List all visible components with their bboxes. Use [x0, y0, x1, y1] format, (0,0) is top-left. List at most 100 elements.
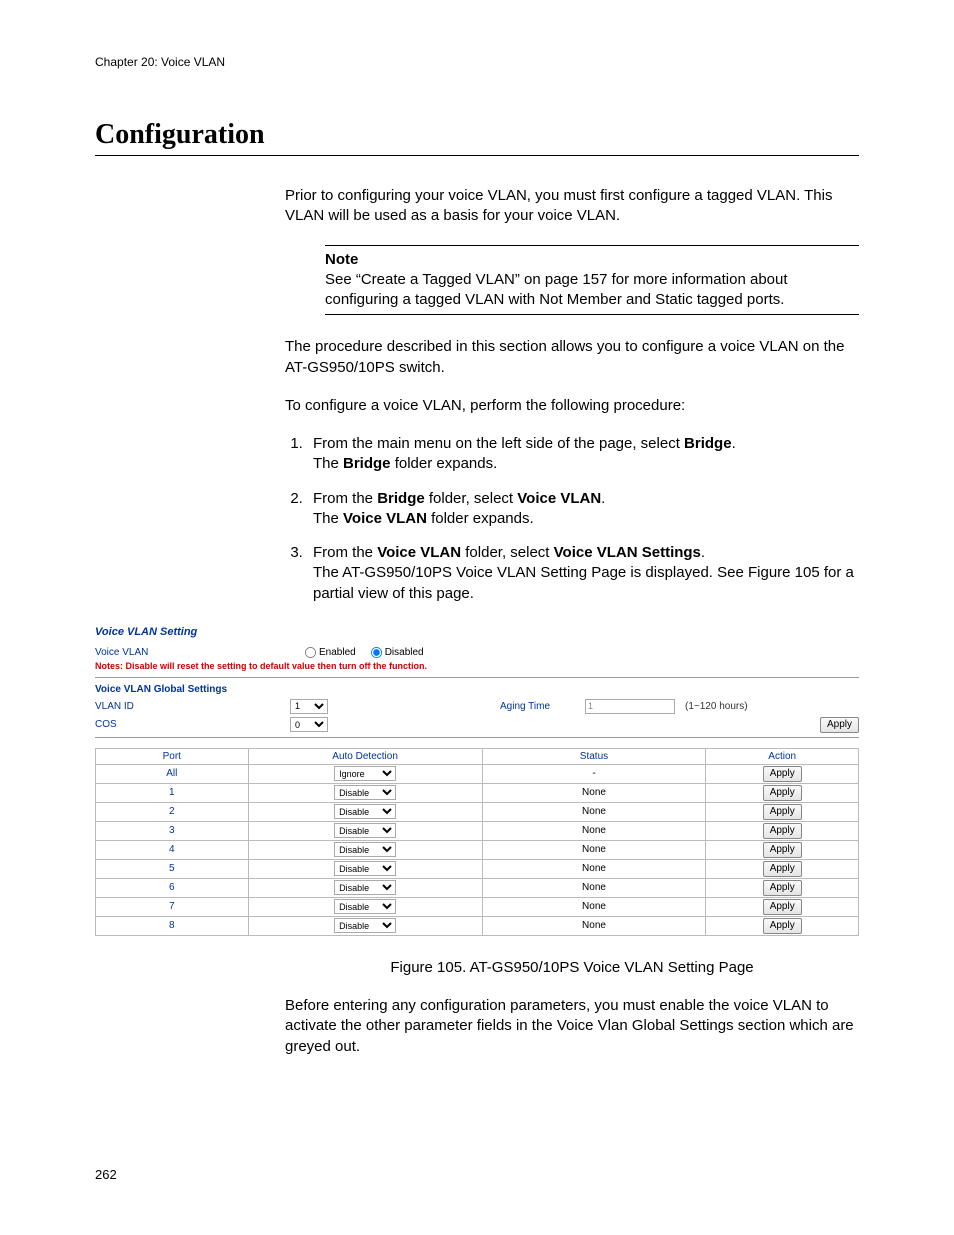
status-cell: None: [482, 802, 706, 821]
cos-select[interactable]: 0: [290, 717, 328, 732]
auto-cell: Disable: [248, 878, 482, 897]
text: Disabled: [385, 647, 424, 658]
figure-warning: Notes: Disable will reset the setting to…: [95, 661, 859, 671]
apply-row-button[interactable]: Apply: [763, 804, 802, 820]
action-cell: Apply: [706, 859, 859, 878]
port-table: Port Auto Detection Status Action AllIgn…: [95, 748, 859, 936]
port-cell: 6: [96, 878, 249, 897]
header-status: Status: [482, 748, 706, 764]
apply-row-button[interactable]: Apply: [763, 918, 802, 934]
auto-cell: Disable: [248, 859, 482, 878]
global-settings-title: Voice VLAN Global Settings: [95, 684, 859, 695]
text: folder expands.: [427, 510, 534, 527]
port-cell: 5: [96, 859, 249, 878]
action-cell: Apply: [706, 821, 859, 840]
table-row: 6 Disable None Apply: [96, 878, 859, 897]
note-text: See “Create a Tagged VLAN” on page 157 f…: [325, 270, 859, 311]
apply-row-button[interactable]: Apply: [763, 880, 802, 896]
table-row: 4DisableNoneApply: [96, 840, 859, 859]
port-cell: 7: [96, 897, 249, 916]
figure-105: Voice VLAN Setting Voice VLAN Enabled Di…: [95, 626, 859, 936]
status-cell: None: [482, 859, 706, 878]
bold: Voice VLAN Settings: [554, 544, 701, 561]
apply-row-button[interactable]: Apply: [763, 861, 802, 877]
auto-detection-select[interactable]: Disable: [334, 918, 396, 933]
bold: Voice VLAN: [343, 510, 427, 527]
status-cell: None: [482, 916, 706, 935]
port-cell: 8: [96, 916, 249, 935]
disabled-radio-label[interactable]: Disabled: [370, 646, 424, 659]
action-cell: Apply: [706, 783, 859, 802]
aging-time-input[interactable]: [585, 699, 675, 714]
note-top-rule: [325, 245, 859, 246]
note-block: Note See “Create a Tagged VLAN” on page …: [325, 245, 859, 316]
text: folder, select: [425, 490, 518, 507]
page-number: 262: [95, 1167, 859, 1182]
vlan-id-select[interactable]: 1: [290, 699, 328, 714]
table-row: 3DisableNoneApply: [96, 821, 859, 840]
text: The: [313, 510, 343, 527]
auto-cell: Disable: [248, 821, 482, 840]
apply-row-button[interactable]: Apply: [763, 842, 802, 858]
header-port: Port: [96, 748, 249, 764]
action-cell: Apply: [706, 840, 859, 859]
figure-title: Voice VLAN Setting: [95, 626, 859, 638]
auto-detection-select[interactable]: Disable: [334, 785, 396, 800]
auto-detection-select[interactable]: Disable: [334, 823, 396, 838]
text: .: [601, 490, 605, 507]
enabled-radio-label[interactable]: Enabled: [304, 646, 356, 659]
disabled-radio[interactable]: [371, 647, 382, 658]
text: From the main menu on the left side of t…: [313, 435, 684, 452]
bold: Bridge: [343, 455, 391, 472]
action-cell: Apply: [706, 878, 859, 897]
table-header-row: Port Auto Detection Status Action: [96, 748, 859, 764]
auto-detection-select[interactable]: Ignore: [334, 766, 396, 781]
note-label: Note: [325, 250, 859, 270]
action-cell: Apply: [706, 764, 859, 783]
port-cell: 1: [96, 783, 249, 802]
text: From the: [313, 490, 377, 507]
bold: Bridge: [684, 435, 732, 452]
intro-paragraph: Prior to configuring your voice VLAN, yo…: [285, 186, 859, 227]
apply-row-button[interactable]: Apply: [763, 785, 802, 801]
figure-divider-2: [95, 737, 859, 738]
text: .: [732, 435, 736, 452]
action-cell: Apply: [706, 802, 859, 821]
status-cell: None: [482, 821, 706, 840]
apply-row-button[interactable]: Apply: [763, 766, 802, 782]
header-auto: Auto Detection: [248, 748, 482, 764]
auto-detection-select[interactable]: Disable: [334, 880, 396, 895]
auto-detection-select[interactable]: Disable: [334, 842, 396, 857]
auto-detection-select[interactable]: Disable: [334, 804, 396, 819]
auto-cell: Disable: [248, 802, 482, 821]
aging-range: (1~120 hours): [685, 701, 748, 712]
auto-detection-select[interactable]: Disable: [334, 861, 396, 876]
apply-global-button[interactable]: Apply: [820, 717, 859, 733]
bold: Voice VLAN: [377, 544, 461, 561]
table-row: 2DisableNoneApply: [96, 802, 859, 821]
procedure-steps: From the main menu on the left side of t…: [285, 434, 859, 604]
vlan-id-label: VLAN ID: [95, 701, 290, 712]
auto-cell: Disable: [248, 897, 482, 916]
step-1: From the main menu on the left side of t…: [307, 434, 859, 475]
table-row: 8 Disable None Apply: [96, 916, 859, 935]
table-row: AllIgnore-Apply: [96, 764, 859, 783]
table-row: 7DisableNoneApply: [96, 897, 859, 916]
apply-row-button[interactable]: Apply: [763, 899, 802, 915]
status-cell: None: [482, 878, 706, 897]
bold: Voice VLAN: [517, 490, 601, 507]
title-rule: [95, 155, 859, 156]
voice-vlan-label: Voice VLAN: [95, 647, 290, 658]
text: From the: [313, 544, 377, 561]
apply-row-button[interactable]: Apply: [763, 823, 802, 839]
auto-detection-select[interactable]: Disable: [334, 899, 396, 914]
cos-label: COS: [95, 719, 290, 730]
chapter-header: Chapter 20: Voice VLAN: [95, 55, 859, 69]
table-row: 1DisableNoneApply: [96, 783, 859, 802]
port-cell: 4: [96, 840, 249, 859]
note-bottom-rule: [325, 314, 859, 315]
text: .: [701, 544, 705, 561]
paragraph-2: The procedure described in this section …: [285, 337, 859, 378]
enabled-radio[interactable]: [305, 647, 316, 658]
text: Enabled: [319, 647, 356, 658]
